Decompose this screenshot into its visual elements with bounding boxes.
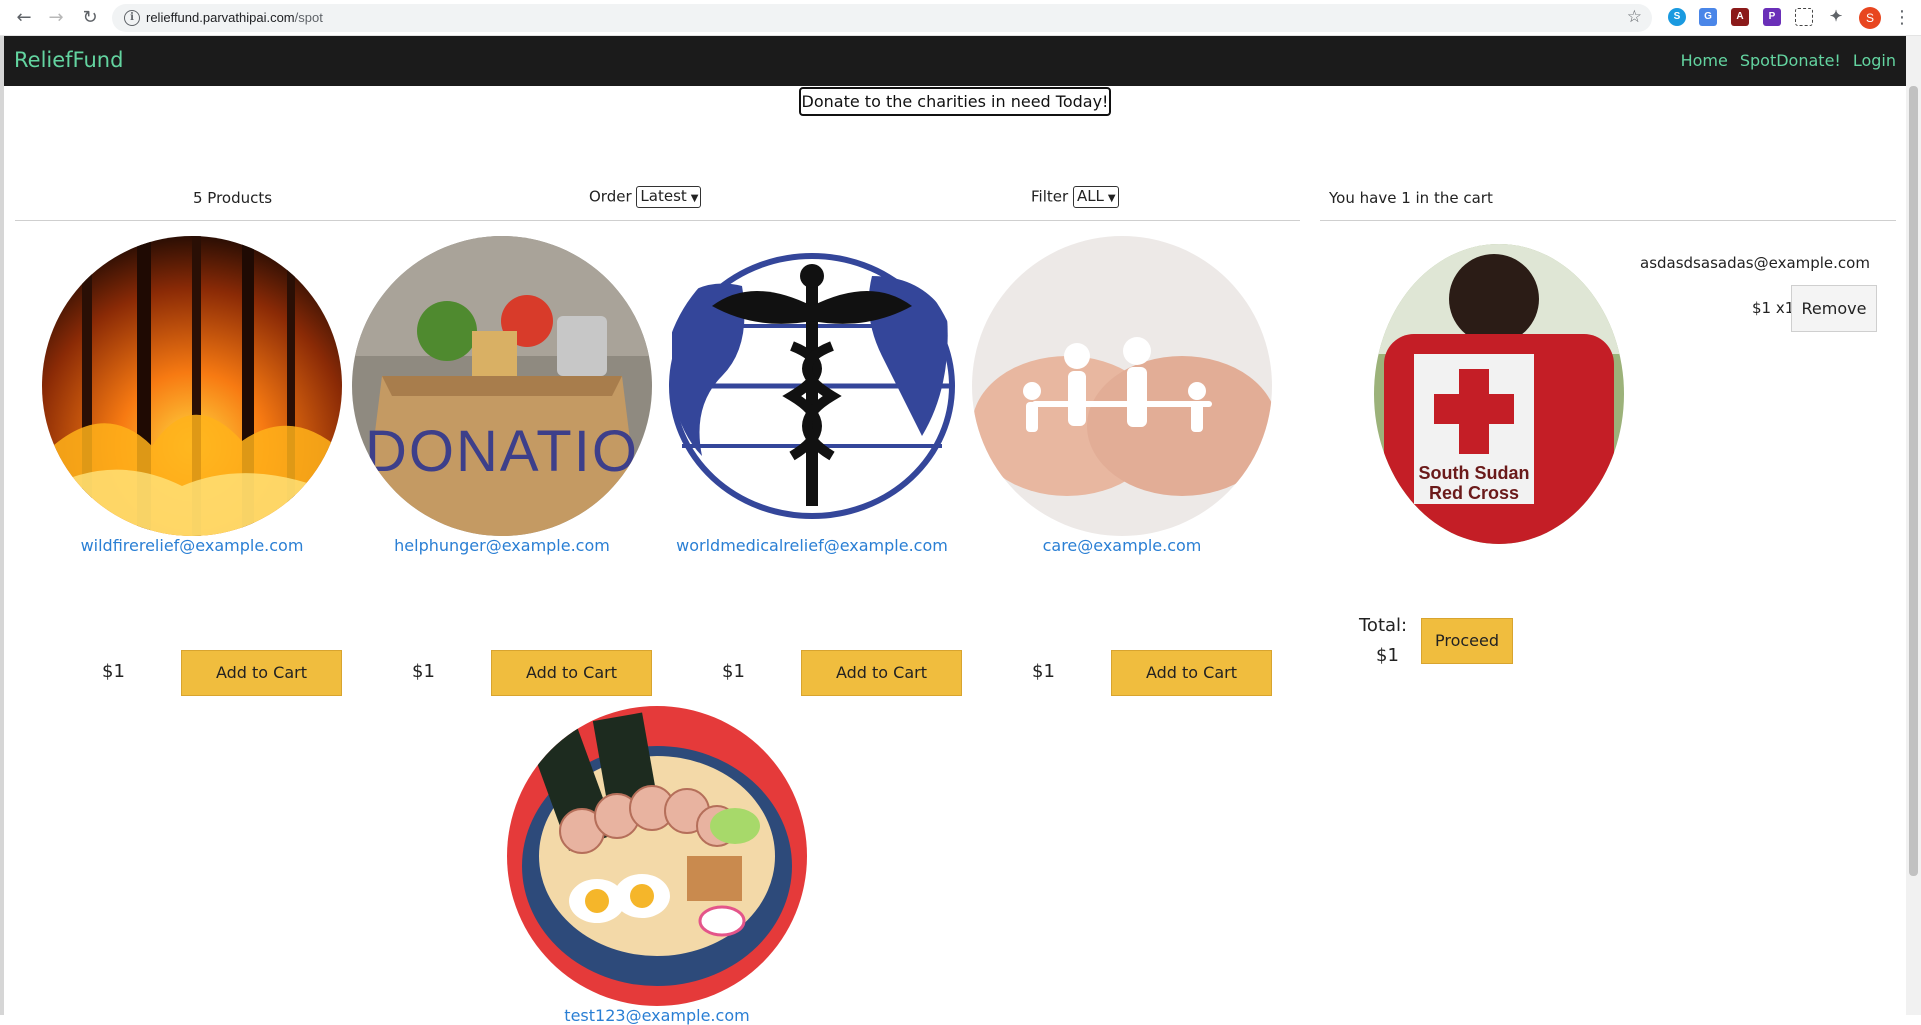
nav-spotdonate-link[interactable]: SpotDonate! xyxy=(1740,51,1841,70)
product-price: $1 xyxy=(102,661,125,682)
wildfire-image[interactable] xyxy=(42,236,342,536)
cart-header: You have 1 in the cart xyxy=(1320,180,1896,221)
add-to-cart-button[interactable]: Add to Cart xyxy=(801,650,962,696)
filter-select[interactable]: ALL ▼ xyxy=(1072,186,1119,208)
app-navbar: ReliefFund Home SpotDonate! Login xyxy=(4,36,1906,86)
browser-menu-icon[interactable]: ⋮ xyxy=(1893,6,1911,30)
p-extension-icon[interactable]: P xyxy=(1763,8,1781,26)
scrollbar-thumb[interactable] xyxy=(1909,86,1918,876)
order-select-value: Latest xyxy=(640,187,687,205)
products-header: 5 Products Order Latest ▼ Filter ALL ▼ xyxy=(15,180,1300,221)
cart-total-value: $1 xyxy=(1376,645,1399,666)
product-count: 5 Products xyxy=(193,189,273,207)
skype-extension-icon[interactable]: S xyxy=(1668,8,1686,26)
svg-text:DONATIO: DONATIO xyxy=(365,419,639,484)
back-arrow-icon[interactable]: ← xyxy=(12,6,36,30)
browser-toolbar: ← → ↻ i relieffund.parvathipai.com/spot … xyxy=(0,0,1921,36)
nav-home-link[interactable]: Home xyxy=(1681,51,1728,70)
order-select[interactable]: Latest ▼ xyxy=(636,186,702,208)
pdf-extension-icon[interactable]: A xyxy=(1731,8,1749,26)
cart-item-quantity: $1 x1 xyxy=(1752,299,1795,317)
brand-logo-text[interactable]: ReliefFund xyxy=(14,48,123,72)
url-text: relieffund.parvathipai.com/spot xyxy=(146,10,323,25)
filter-control: Filter ALL ▼ xyxy=(1031,186,1119,208)
page-left-edge xyxy=(0,36,4,1015)
svg-text:Red Cross: Red Cross xyxy=(1429,483,1519,503)
cart-count-text: You have 1 in the cart xyxy=(1329,189,1493,207)
family-hands-image[interactable] xyxy=(972,236,1272,536)
donation-box-image[interactable]: DONATIO xyxy=(352,236,652,536)
translate-extension-icon[interactable]: G xyxy=(1699,8,1717,26)
address-bar[interactable]: i relieffund.parvathipai.com/spot ☆ xyxy=(112,4,1652,32)
product-email-link[interactable]: care@example.com xyxy=(967,536,1277,555)
product-email-link[interactable]: wildfirerelief@example.com xyxy=(37,536,347,555)
profile-avatar[interactable]: S xyxy=(1859,7,1881,29)
cart-item-email: asdasdsasadas@example.com xyxy=(1640,254,1870,272)
cart-total-label: Total: xyxy=(1359,615,1408,636)
ramen-image[interactable] xyxy=(507,706,807,1006)
product-price: $1 xyxy=(412,661,435,682)
product-email-link[interactable]: test123@example.com xyxy=(502,1006,812,1025)
info-icon[interactable]: i xyxy=(124,10,140,26)
order-label: Order xyxy=(589,187,632,206)
nav-login-link[interactable]: Login xyxy=(1853,51,1896,70)
svg-text:South Sudan: South Sudan xyxy=(1419,463,1530,483)
red-cross-image[interactable]: South Sudan Red Cross xyxy=(1374,244,1624,544)
forward-arrow-icon[interactable]: → xyxy=(44,6,68,30)
order-control: Order Latest ▼ xyxy=(589,186,702,208)
chevron-down-icon: ▼ xyxy=(1107,193,1116,204)
product-price: $1 xyxy=(722,661,745,682)
proceed-button[interactable]: Proceed xyxy=(1421,618,1513,664)
filter-label: Filter xyxy=(1031,187,1069,206)
screenshot-extension-icon[interactable] xyxy=(1795,8,1813,26)
donate-banner: Donate to the charities in need Today! xyxy=(799,87,1111,116)
bookmark-star-icon[interactable]: ☆ xyxy=(1627,7,1642,27)
add-to-cart-button[interactable]: Add to Cart xyxy=(491,650,652,696)
reload-icon[interactable]: ↻ xyxy=(78,6,102,30)
add-to-cart-button[interactable]: Add to Cart xyxy=(181,650,342,696)
chevron-down-icon: ▼ xyxy=(690,193,699,204)
product-price: $1 xyxy=(1032,661,1055,682)
product-email-link[interactable]: worldmedicalrelief@example.com xyxy=(657,536,967,555)
add-to-cart-button[interactable]: Add to Cart xyxy=(1111,650,1272,696)
nav-links: Home SpotDonate! Login xyxy=(1681,51,1896,70)
puzzle-extensions-icon[interactable]: ✦ xyxy=(1827,8,1845,26)
page-scrollbar[interactable] xyxy=(1906,36,1921,1015)
filter-select-value: ALL xyxy=(1076,187,1104,205)
medical-globe-image[interactable] xyxy=(662,236,962,536)
remove-button[interactable]: Remove xyxy=(1791,285,1877,332)
product-email-link[interactable]: helphunger@example.com xyxy=(347,536,657,555)
